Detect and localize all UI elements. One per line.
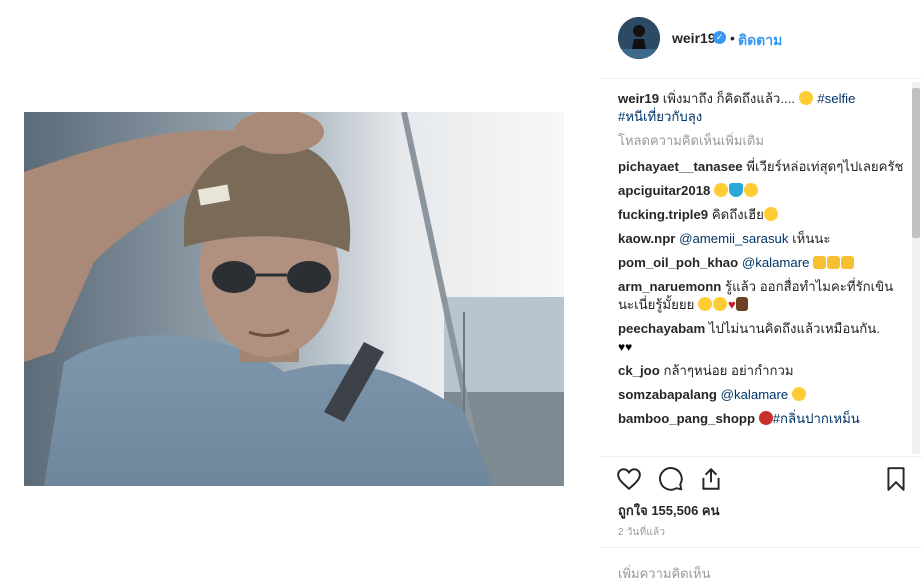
separator-dot: •	[730, 30, 735, 46]
verified-badge-icon: ✓	[713, 31, 726, 44]
comment-text: พี่เวียร์หล่อเท่สุดๆไปเลยครัช	[746, 159, 904, 174]
yum-emoji-icon	[763, 207, 778, 221]
comment-input-divider	[600, 547, 922, 548]
actions-divider	[600, 456, 922, 457]
comments-list: weir19 เพิ่งมาถึง ก็คิดถึงแล้ว.... #self…	[618, 90, 906, 454]
hand-emoji-icon	[735, 297, 748, 311]
laughing-emoji-icon	[697, 297, 712, 311]
anger-emoji-icon	[758, 411, 773, 425]
comment-username[interactable]: pichayaet__tanasee	[618, 159, 743, 174]
post-side-panel: weir19 ✓ • ติดตาม weir19 เพิ่งมาถึง ก็คิ…	[600, 0, 922, 581]
smile-emoji-icon	[744, 183, 759, 197]
black-heart-emoji-icon: ♥♥	[618, 340, 633, 354]
smile-emoji-icon	[798, 91, 813, 105]
post-actions	[600, 458, 922, 498]
smile-emoji-icon	[714, 183, 729, 197]
comment-item: pichayaet__tanasee พี่เวียร์หล่อเท่สุดๆไ…	[618, 158, 906, 176]
comment-username[interactable]: fucking.triple9	[618, 207, 708, 222]
comment-username[interactable]: peechayabam	[618, 321, 705, 336]
photo-area	[0, 0, 600, 576]
likes-count[interactable]: ถูกใจ 155,506 คน	[618, 500, 720, 521]
follow-button[interactable]: ติดตาม	[738, 30, 782, 52]
comments-scrollbar[interactable]	[912, 82, 920, 454]
avatar-image	[618, 17, 660, 59]
red-heart-emoji-icon: ♥	[727, 297, 736, 312]
post-header: weir19 ✓ • ติดตาม	[600, 0, 922, 78]
header-divider	[600, 78, 922, 79]
selfie-image	[24, 112, 564, 486]
comment-mention[interactable]: @kalamare	[721, 387, 789, 402]
comment-item: kaow.npr @amemii_sarasuk เห็นนะ	[618, 230, 906, 248]
caption-text: เพิ่งมาถึง ก็คิดถึงแล้ว....	[659, 91, 799, 106]
comment-bubble-icon[interactable]	[658, 466, 684, 492]
caption: weir19 เพิ่งมาถึง ก็คิดถึงแล้ว.... #self…	[618, 90, 906, 126]
avatar[interactable]	[618, 17, 660, 59]
blue-heart-emoji-icon	[729, 183, 744, 197]
comment-mention[interactable]: @kalamare	[742, 255, 810, 270]
laughing-emoji-icon	[712, 297, 727, 311]
bookmark-icon[interactable]	[883, 466, 909, 492]
share-icon[interactable]	[698, 466, 724, 492]
post-username[interactable]: weir19	[672, 30, 716, 46]
thumbs-up-emoji-icon	[841, 256, 855, 269]
comment-item: bamboo_pang_shopp #กลิ่นปากเหม็น	[618, 410, 906, 428]
comment-username[interactable]: ck_joo	[618, 363, 660, 378]
comment-text: เห็นนะ	[788, 231, 831, 246]
scrollbar-thumb[interactable]	[912, 88, 920, 238]
comment-item: peechayabam ไปไม่นานคิดถึงแล้วเหมือนกัน.…	[618, 320, 906, 356]
comment-username[interactable]: bamboo_pang_shopp	[618, 411, 755, 426]
comment-text: คิดถึงเฮีย	[711, 207, 764, 222]
comment-item: somzabapalang @kalamare	[618, 386, 906, 404]
comment-mention[interactable]: @amemii_sarasuk	[679, 231, 788, 246]
comment-item: apciguitar2018	[618, 182, 906, 200]
load-more-comments-button[interactable]: โหลดความคิดเห็นเพิ่มเติม	[618, 132, 906, 150]
comment-username[interactable]: apciguitar2018	[618, 183, 710, 198]
comment-hashtag[interactable]: #กลิ่นปากเหม็น	[773, 411, 860, 426]
hashtag-selfie[interactable]: #selfie	[817, 91, 855, 106]
comment-item: fucking.triple9 คิดถึงเฮีย	[618, 206, 906, 224]
comment-item: arm_naruemonn รู้แล้ว ออกสื่อทำไมคะที่รั…	[618, 278, 906, 314]
comment-text: ไปไม่นานคิดถึงแล้วเหมือนกัน.	[708, 321, 880, 336]
comment-username[interactable]: somzabapalang	[618, 387, 717, 402]
laughing-emoji-icon	[791, 387, 806, 401]
thumbs-up-emoji-icon	[827, 256, 841, 269]
post-photo[interactable]	[24, 112, 564, 486]
comment-username[interactable]: kaow.npr	[618, 231, 675, 246]
comment-username[interactable]: arm_naruemonn	[618, 279, 721, 294]
comment-text: กล้าๆหน่อย อย่ากำกวม	[663, 363, 794, 378]
post-timestamp[interactable]: 2 วันที่แล้ว	[618, 525, 665, 540]
hashtag-trip[interactable]: #หนีเที่ยวกับลุง	[618, 109, 702, 124]
add-comment-input[interactable]: เพิ่มความคิดเห็น	[618, 563, 711, 584]
thumbs-up-emoji-icon	[813, 256, 827, 269]
comment-item: pom_oil_poh_khao @kalamare	[618, 254, 906, 272]
caption-username[interactable]: weir19	[618, 91, 659, 106]
comment-item: ck_joo กล้าๆหน่อย อย่ากำกวม	[618, 362, 906, 380]
comment-username[interactable]: pom_oil_poh_khao	[618, 255, 738, 270]
heart-outline-icon[interactable]	[616, 466, 642, 492]
